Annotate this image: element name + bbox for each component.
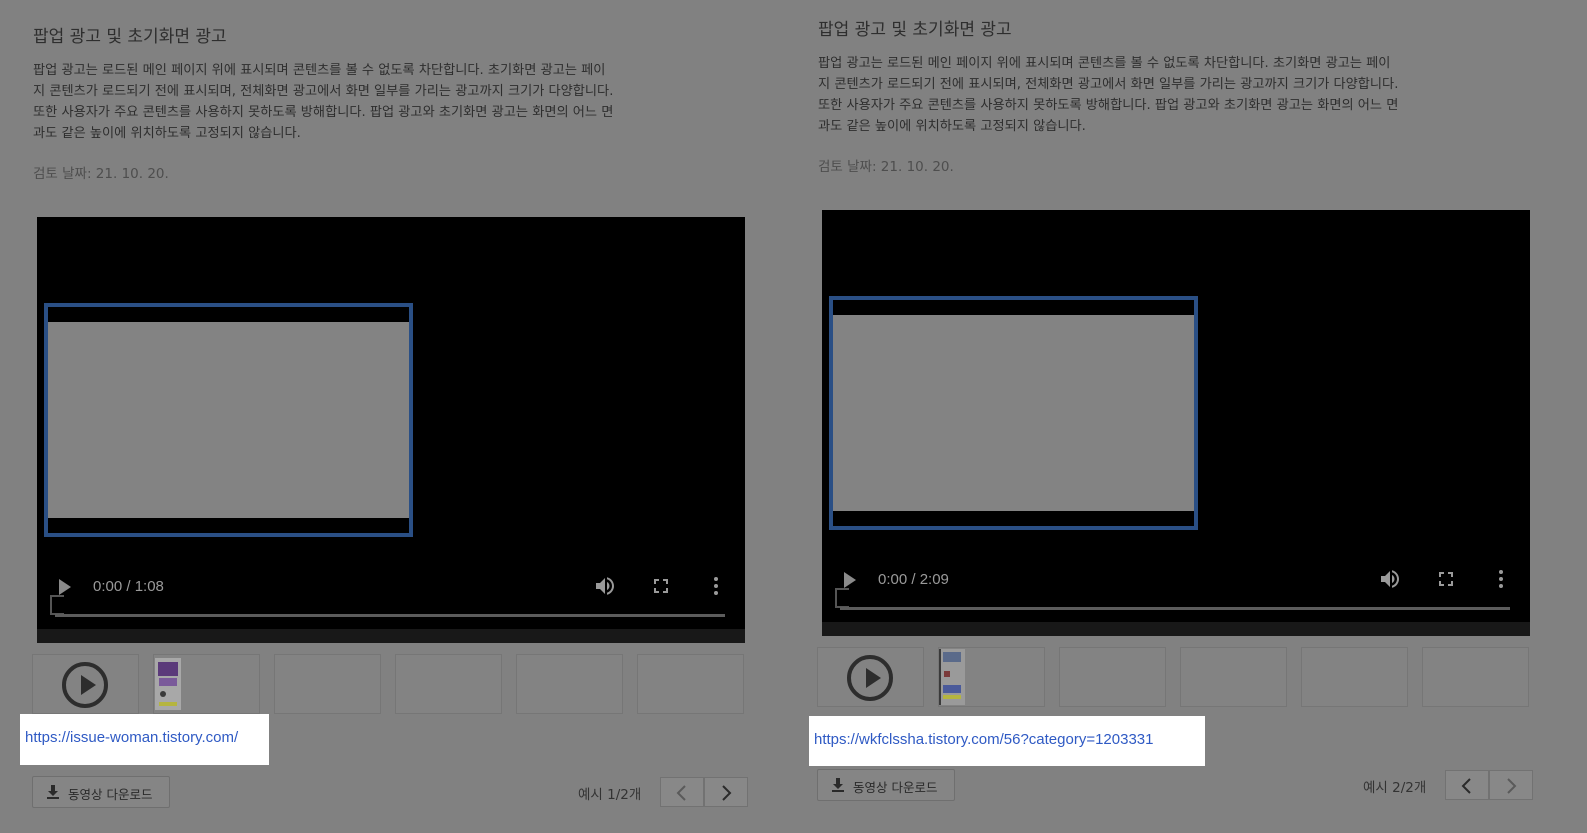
description-line: 과도 같은 높이에 위치하도록 고정되지 않습니다.	[818, 119, 1086, 134]
example-panel-2: 팝업 광고 및 초기화면 광고 팝업 광고는 로드된 메인 페이지 위에 표시되…	[785, 0, 1545, 833]
review-date: 검토 날짜: 21. 10. 20.	[818, 159, 954, 175]
chevron-left-icon	[1461, 778, 1471, 794]
popup-ad-frame	[44, 303, 413, 537]
video-download-button[interactable]: 동영상 다운로드	[32, 776, 170, 808]
prev-button[interactable]	[1445, 770, 1489, 800]
review-date: 검토 날짜: 21. 10. 20.	[33, 166, 169, 182]
download-icon	[47, 785, 59, 799]
thumbnail-empty[interactable]	[274, 654, 381, 714]
download-label: 동영상 다운로드	[68, 787, 153, 802]
video-bottom-strip	[37, 629, 745, 643]
thumbnail-empty[interactable]	[637, 654, 744, 714]
prev-button[interactable]	[660, 777, 704, 807]
chevron-right-icon	[722, 785, 732, 801]
popup-ad-content	[833, 315, 1194, 511]
thumbnail-video[interactable]	[32, 654, 139, 714]
thumbnail-image[interactable]	[153, 654, 260, 714]
download-label: 동영상 다운로드	[853, 780, 938, 795]
example-counter: 예시 2/2개	[1363, 780, 1427, 796]
thumbnail-image[interactable]	[938, 647, 1045, 707]
next-button[interactable]	[704, 777, 748, 807]
volume-icon[interactable]	[593, 574, 617, 598]
thumbnail-preview-icon	[155, 658, 181, 710]
fullscreen-icon[interactable]	[649, 574, 673, 598]
video-player[interactable]: 0:00 / 2:09	[822, 210, 1530, 636]
description-line: 또한 사용자가 주요 콘텐츠를 사용하지 못하도록 방해합니다. 팝업 광고와 …	[33, 105, 614, 120]
thumbnail-preview-icon	[939, 649, 965, 705]
example-url-link[interactable]: https://issue-woman.tistory.com/	[25, 729, 238, 746]
description-line: 지 콘텐츠가 로드되기 전에 표시되며, 전체화면 광고에서 화면 일부를 가리…	[818, 77, 1399, 92]
video-progress-bar[interactable]	[55, 614, 725, 617]
panel-description: 팝업 광고는 로드된 메인 페이지 위에 표시되며 콘텐츠를 볼 수 없도록 차…	[33, 60, 745, 144]
play-circle-icon	[62, 662, 108, 708]
more-vert-icon[interactable]	[1489, 567, 1513, 591]
video-time: 0:00 / 2:09	[878, 571, 949, 588]
next-button[interactable]	[1489, 770, 1533, 800]
thumbnail-empty[interactable]	[1301, 647, 1408, 707]
chevron-left-icon	[676, 785, 686, 801]
play-icon[interactable]	[59, 579, 71, 595]
description-line: 지 콘텐츠가 로드되기 전에 표시되며, 전체화면 광고에서 화면 일부를 가리…	[33, 84, 614, 99]
play-circle-icon	[847, 655, 893, 701]
popup-ad-frame	[829, 296, 1198, 530]
description-line: 팝업 광고는 로드된 메인 페이지 위에 표시되며 콘텐츠를 볼 수 없도록 차…	[33, 63, 606, 78]
video-download-button[interactable]: 동영상 다운로드	[817, 769, 955, 801]
volume-icon[interactable]	[1378, 567, 1402, 591]
thumbnail-empty[interactable]	[1059, 647, 1166, 707]
panel-description: 팝업 광고는 로드된 메인 페이지 위에 표시되며 콘텐츠를 볼 수 없도록 차…	[818, 53, 1530, 137]
thumbnail-empty[interactable]	[1180, 647, 1287, 707]
link-highlight: https://issue-woman.tistory.com/	[20, 714, 269, 765]
thumbnail-strip	[32, 654, 744, 714]
play-outline-icon	[835, 588, 849, 608]
video-player[interactable]: 0:00 / 1:08	[37, 217, 745, 643]
description-line: 과도 같은 높이에 위치하도록 고정되지 않습니다.	[33, 126, 301, 141]
thumbnail-strip	[817, 647, 1529, 707]
example-counter: 예시 1/2개	[578, 787, 642, 803]
video-time: 0:00 / 1:08	[93, 578, 164, 595]
description-line: 또한 사용자가 주요 콘텐츠를 사용하지 못하도록 방해합니다. 팝업 광고와 …	[818, 98, 1399, 113]
thumbnail-empty[interactable]	[1422, 647, 1529, 707]
video-progress-bar[interactable]	[840, 607, 1510, 610]
panel-title: 팝업 광고 및 초기화면 광고	[33, 27, 227, 47]
more-vert-icon[interactable]	[704, 574, 728, 598]
description-line: 팝업 광고는 로드된 메인 페이지 위에 표시되며 콘텐츠를 볼 수 없도록 차…	[818, 56, 1391, 71]
panel-title: 팝업 광고 및 초기화면 광고	[818, 20, 1012, 40]
fullscreen-icon[interactable]	[1434, 567, 1458, 591]
example-url-link[interactable]: https://wkfclssha.tistory.com/56?categor…	[814, 731, 1154, 748]
video-bottom-strip	[822, 622, 1530, 636]
example-panel-1: 팝업 광고 및 초기화면 광고 팝업 광고는 로드된 메인 페이지 위에 표시되…	[0, 0, 760, 833]
chevron-right-icon	[1507, 778, 1517, 794]
download-icon	[832, 778, 844, 792]
link-highlight: https://wkfclssha.tistory.com/56?categor…	[809, 716, 1205, 766]
popup-ad-content	[48, 322, 409, 518]
thumbnail-empty[interactable]	[516, 654, 623, 714]
play-outline-icon	[50, 595, 64, 615]
thumbnail-empty[interactable]	[395, 654, 502, 714]
thumbnail-video[interactable]	[817, 647, 924, 707]
play-icon[interactable]	[844, 572, 856, 588]
